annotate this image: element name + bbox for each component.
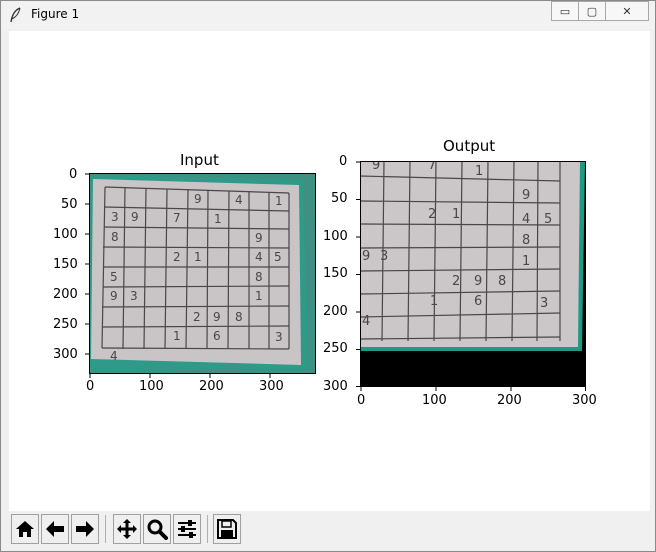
back-button[interactable] (41, 514, 69, 544)
minimize-button[interactable]: ▭ (551, 1, 579, 21)
configure-subplots-button[interactable] (173, 514, 201, 544)
output-ytick: 250 (323, 341, 348, 356)
output-axes-title: Output (443, 137, 496, 155)
window-title: Figure 1 (31, 7, 80, 21)
maximize-icon: ▢ (586, 4, 598, 18)
feather-icon (10, 7, 21, 23)
output-xtick: 300 (572, 393, 597, 408)
close-icon: ✕ (622, 4, 632, 18)
input-axes-title: Input (180, 151, 219, 169)
input-ytick: 100 (53, 227, 78, 242)
save-button[interactable] (213, 514, 241, 544)
input-ytick: 50 (61, 197, 78, 212)
input-ytick: 0 (69, 167, 78, 182)
input-ytick: 200 (53, 287, 78, 302)
output-xtick: 100 (422, 393, 447, 408)
input-xtick: 0 (86, 379, 95, 394)
output-axes-frame (356, 161, 586, 391)
input-ytick: 300 (53, 347, 78, 362)
output-xtick: 0 (357, 393, 366, 408)
output-ytick: 150 (323, 266, 348, 281)
pan-button[interactable] (113, 514, 141, 544)
maximize-button[interactable]: ▢ (578, 1, 606, 21)
configure-subplots-icon (178, 520, 196, 538)
home-icon (16, 521, 34, 537)
title-bar[interactable]: Figure 1 ▭ ▢ ✕ (1, 1, 655, 29)
zoom-icon (147, 519, 168, 540)
input-xtick: 300 (259, 379, 284, 394)
input-ytick: 250 (53, 317, 78, 332)
figure-window: Figure 1 ▭ ▢ ✕ Input 9 4 1 3 9 7 1 8 9 2… (0, 0, 656, 552)
output-ytick: 0 (339, 154, 348, 169)
output-ytick: 100 (323, 229, 348, 244)
window-controls: ▭ ▢ ✕ (551, 1, 649, 21)
save-icon (217, 519, 237, 539)
back-icon (46, 521, 64, 537)
navigation-toolbar (9, 511, 650, 547)
input-xtick: 200 (199, 379, 224, 394)
toolbar-separator (207, 515, 208, 543)
home-button[interactable] (11, 514, 39, 544)
pan-icon (117, 519, 137, 539)
toolbar-separator (105, 515, 106, 543)
input-axes-frame (85, 173, 316, 378)
close-button[interactable]: ✕ (605, 1, 649, 21)
input-xtick: 100 (139, 379, 164, 394)
output-ytick: 300 (323, 379, 348, 394)
output-ytick: 50 (331, 191, 348, 206)
output-xtick: 200 (497, 393, 522, 408)
figure-canvas[interactable]: Input 9 4 1 3 9 7 1 8 9 2 1 4 5 5 8 9 3 … (9, 31, 650, 511)
zoom-button[interactable] (143, 514, 171, 544)
output-ytick: 200 (323, 304, 348, 319)
minimize-icon: ▭ (559, 4, 571, 18)
input-ytick: 150 (53, 257, 78, 272)
forward-icon (76, 521, 94, 537)
forward-button[interactable] (71, 514, 99, 544)
